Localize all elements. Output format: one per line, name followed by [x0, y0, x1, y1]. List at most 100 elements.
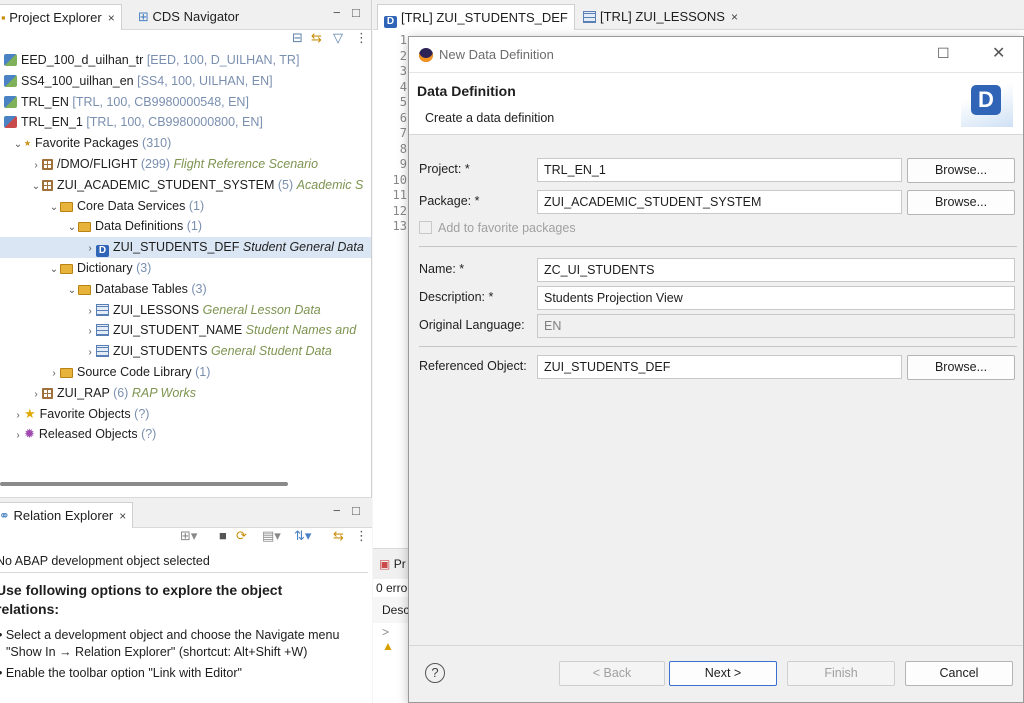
tree-item[interactable]: › ★ Favorite Objects (?) [0, 404, 371, 425]
dialog-header: Data Definition Create a data definition… [409, 73, 1023, 135]
tab-zui-lessons[interactable]: [TRL] ZUI_LESSONS × [577, 4, 744, 30]
favorite-packages-checkbox[interactable]: Add to favorite packages [419, 221, 576, 235]
tree-item[interactable]: › Source Code Library (1) [0, 362, 371, 383]
tree-item[interactable]: ⌄ ZUI_ACADEMIC_STUDENT_SYSTEM (5) Academi… [0, 175, 371, 196]
project-icon [4, 116, 17, 129]
package-icon [42, 179, 53, 191]
link-editor-icon[interactable]: ⇆ [311, 30, 322, 46]
chevron-right-icon[interactable]: › [30, 156, 42, 177]
tree-item[interactable]: › ZUI_LESSONS General Lesson Data [0, 300, 371, 321]
tree-item-label: Source Code Library [77, 364, 192, 379]
close-icon[interactable]: × [119, 509, 126, 523]
tree-item[interactable]: ⌄ Data Definitions (1) [0, 216, 371, 237]
tree-item[interactable]: › D ZUI_STUDENTS_DEF Student General Data [0, 237, 371, 258]
package-field[interactable]: ZUI_ACADEMIC_STUDENT_SYSTEM [537, 190, 902, 214]
tab-cds-navigator[interactable]: ⊞ CDS Navigator [132, 4, 245, 30]
line-number: 12 [392, 203, 407, 218]
collapse-all-icon[interactable]: ⊟ [292, 30, 303, 46]
chevron-down-icon[interactable]: ⌄ [66, 281, 78, 302]
chevron-right-icon[interactable]: › [30, 385, 42, 406]
tree-item[interactable]: › ZUI_STUDENT_NAME Student Names and [0, 320, 371, 341]
tab-zui-students-def[interactable]: D [TRL] ZUI_STUDENTS_DEF [377, 4, 575, 30]
chevron-down-icon[interactable]: ⌄ [48, 260, 60, 281]
maximize-icon[interactable]: □ [352, 503, 360, 518]
back-button[interactable]: < Back [559, 661, 665, 686]
tree-item-description: RAP Works [131, 385, 196, 400]
maximize-icon[interactable]: ☐ [937, 45, 950, 62]
line-number: 3 [399, 64, 407, 78]
list-item: • Select a development object and choose… [0, 628, 340, 659]
referenced-object-label: Referenced Object: [419, 359, 527, 373]
refresh-icon[interactable]: ⟳ [236, 528, 247, 544]
package-browse-button[interactable]: Browse... [907, 190, 1015, 215]
horizontal-scrollbar[interactable] [0, 482, 288, 486]
tree-item[interactable]: › ZUI_STUDENTS General Student Data [0, 341, 371, 362]
cds-navigator-icon: ⊞ [138, 9, 149, 24]
folder-icon [60, 201, 73, 212]
chevron-down-icon[interactable]: ⌄ [12, 135, 24, 156]
project-icon [4, 54, 17, 66]
separator [419, 246, 1017, 247]
hierarchy-icon[interactable]: ⊞▾ [180, 528, 197, 544]
close-icon[interactable]: × [731, 10, 738, 24]
referenced-browse-button[interactable]: Browse... [907, 355, 1015, 380]
maximize-icon[interactable]: □ [352, 5, 360, 20]
problems-count: 0 erro [376, 581, 408, 595]
editor-tabbar: D [TRL] ZUI_STUDENTS_DEF [TRL] ZUI_LESSON… [373, 0, 1024, 30]
sort-icon[interactable]: ⇅▾ [294, 528, 311, 544]
link-editor-icon[interactable]: ⇆ [333, 528, 344, 544]
chevron-down-icon[interactable]: ⌄ [48, 198, 60, 219]
tree-item[interactable]: SS4_100_uilhan_en [SS4, 100, UILHAN, EN] [0, 71, 371, 92]
chevron-right-icon[interactable]: › [48, 364, 60, 385]
help-button[interactable]: ? [425, 663, 445, 683]
referenced-object-field[interactable]: ZUI_STUDENTS_DEF [537, 355, 902, 379]
chevron-right-icon[interactable]: › [84, 239, 96, 260]
tree-item[interactable]: TRL_EN_1 [TRL, 100, CB9980000800, EN] [0, 112, 371, 133]
finish-button[interactable]: Finish [787, 661, 895, 686]
line-number: 2 [399, 48, 407, 63]
description-label: Description: * [419, 290, 494, 304]
tab-project-explorer[interactable]: ▪ Project Explorer × [0, 4, 122, 30]
tree-item-label: Favorite Objects [39, 406, 131, 421]
tree-item[interactable]: › ZUI_RAP (6) RAP Works [0, 383, 371, 404]
tree-item[interactable]: ⌄ Database Tables (3) [0, 279, 371, 300]
folder-icon [78, 222, 91, 233]
chevron-right-icon[interactable]: › [84, 302, 96, 323]
tree-item[interactable]: TRL_EN [TRL, 100, CB9980000548, EN] [0, 92, 371, 113]
layout-icon[interactable]: ▤▾ [262, 528, 281, 544]
table-icon [583, 11, 596, 23]
tab-relation-explorer[interactable]: ⚭ Relation Explorer × [0, 502, 134, 528]
cancel-button[interactable]: Cancel [905, 661, 1013, 686]
name-field[interactable]: ZC_UI_STUDENTS [537, 258, 1015, 282]
tree-item[interactable]: ⌄ Core Data Services (1) [0, 196, 371, 217]
tree-item[interactable]: › /DMO/FLIGHT (299) Flight Reference Scen… [0, 154, 371, 175]
name-label: Name: * [419, 262, 465, 276]
project-field[interactable]: TRL_EN_1 [537, 158, 902, 182]
chevron-right-icon[interactable]: › [12, 426, 24, 447]
stop-icon[interactable]: ■ [219, 528, 227, 543]
chevron-right-icon[interactable]: › [12, 406, 24, 427]
view-menu-icon[interactable]: ⋮ [355, 528, 368, 544]
problems-row[interactable]: > ▲ [373, 623, 413, 655]
chevron-down-icon[interactable]: ⌄ [30, 177, 42, 198]
tree-item-label: /DMO/FLIGHT [57, 156, 138, 171]
tab-label: Project Explorer [9, 10, 102, 25]
tab-problems[interactable]: ▣ Pr [373, 549, 413, 579]
view-menu-icon[interactable]: ⋮ [355, 30, 368, 46]
close-icon[interactable]: ✕ [992, 43, 1005, 63]
next-button[interactable]: Next > [669, 661, 777, 686]
project-browse-button[interactable]: Browse... [907, 158, 1015, 183]
close-icon[interactable]: × [108, 11, 115, 25]
filter-icon[interactable]: ▽ [333, 30, 343, 46]
chevron-right-icon[interactable]: › [84, 322, 96, 343]
tree-item[interactable]: EED_100_d_uilhan_tr [EED, 100, D_UILHAN,… [0, 50, 371, 71]
tree-item[interactable]: ⌄ Dictionary (3) [0, 258, 371, 279]
tree-item[interactable]: › ✹ Released Objects (?) [0, 424, 371, 445]
relation-heading: Use following options to explore the obj… [0, 582, 283, 617]
minimize-icon[interactable]: − [333, 503, 341, 518]
chevron-down-icon[interactable]: ⌄ [66, 218, 78, 239]
description-field[interactable]: Students Projection View [537, 286, 1015, 310]
minimize-icon[interactable]: − [333, 5, 341, 20]
tree-item[interactable]: ⌄ ⭑ Favorite Packages (310) [0, 133, 371, 154]
chevron-right-icon[interactable]: › [84, 343, 96, 364]
